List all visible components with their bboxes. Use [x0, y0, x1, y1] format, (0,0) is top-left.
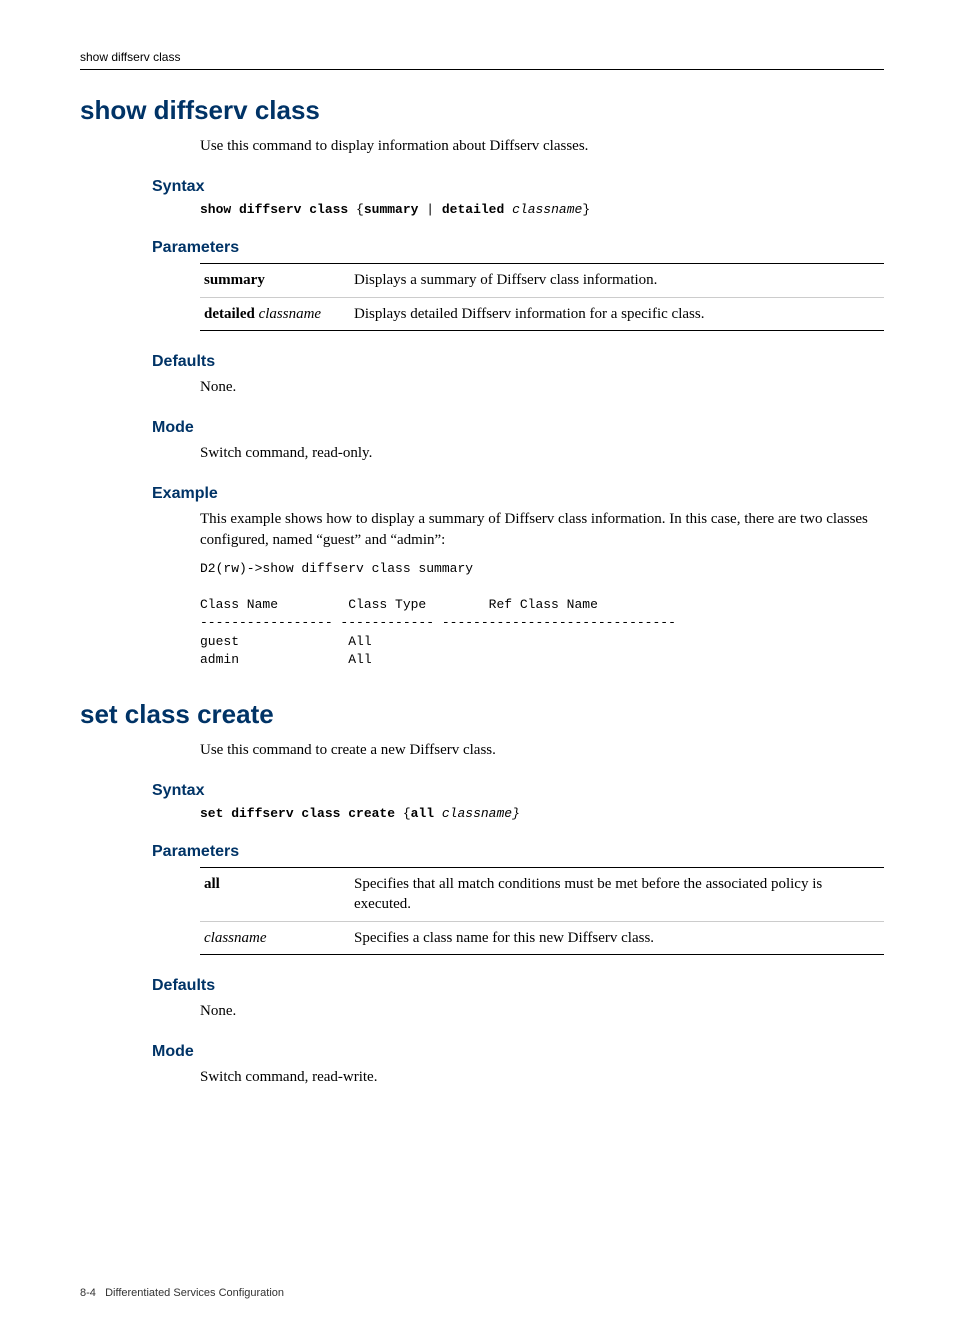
- parameters-table: all Specifies that all match conditions …: [200, 867, 884, 955]
- mode-heading: Mode: [152, 1043, 884, 1061]
- section-title: set class create: [80, 699, 884, 730]
- page-footer: 8-4 Differentiated Services Configuratio…: [80, 1287, 884, 1299]
- table-row: classname Specifies a class name for thi…: [200, 921, 884, 954]
- syntax-heading: Syntax: [152, 178, 884, 196]
- parameters-table: summary Displays a summary of Diffserv c…: [200, 263, 884, 331]
- syntax-heading: Syntax: [152, 782, 884, 800]
- syntax-line: show diffserv class {summary | detailed …: [200, 202, 884, 217]
- chapter-name: Differentiated Services Configuration: [105, 1287, 284, 1299]
- page-number: 8-4: [80, 1287, 96, 1299]
- defaults-heading: Defaults: [152, 353, 884, 371]
- parameters-heading: Parameters: [152, 239, 884, 257]
- table-row: all Specifies that all match conditions …: [200, 868, 884, 922]
- syntax-line: set diffserv class create {all classname…: [200, 806, 884, 821]
- defaults-text: None.: [200, 377, 884, 397]
- table-row: summary Displays a summary of Diffserv c…: [200, 264, 884, 297]
- defaults-heading: Defaults: [152, 977, 884, 995]
- section-intro: Use this command to display information …: [200, 136, 884, 156]
- defaults-text: None.: [200, 1001, 884, 1021]
- example-text: This example shows how to display a summ…: [200, 509, 884, 550]
- parameters-heading: Parameters: [152, 843, 884, 861]
- page-container: show diffserv class show diffserv class …: [0, 0, 954, 1339]
- example-output: D2(rw)->show diffserv class summary Clas…: [200, 560, 884, 669]
- section-intro: Use this command to create a new Diffser…: [200, 740, 884, 760]
- example-heading: Example: [152, 485, 884, 503]
- running-header: show diffserv class: [80, 50, 884, 70]
- mode-heading: Mode: [152, 419, 884, 437]
- section-title: show diffserv class: [80, 95, 884, 126]
- mode-text: Switch command, read-only.: [200, 443, 884, 463]
- table-row: detailed classname Displays detailed Dif…: [200, 297, 884, 330]
- mode-text: Switch command, read-write.: [200, 1067, 884, 1087]
